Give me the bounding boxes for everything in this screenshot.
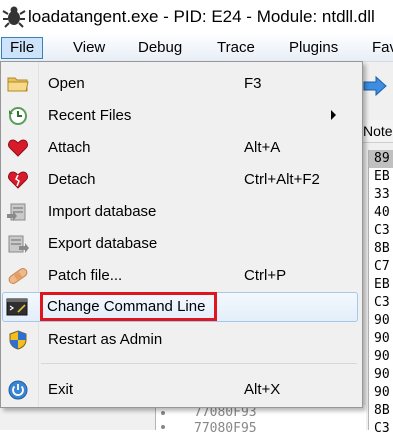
- window-title: loadatangent.exe - PID: E24 - Module: nt…: [28, 7, 375, 26]
- hex-byte[interactable]: 90: [369, 330, 393, 348]
- menu-item-label: Open: [48, 75, 85, 92]
- terminal-icon: [6, 298, 28, 316]
- submenu-arrow-icon: [331, 110, 336, 120]
- menu-item-label: Recent Files: [48, 107, 132, 124]
- menu-item-restart-as-admin[interactable]: Restart as Admin: [3, 325, 359, 355]
- menu-trace[interactable]: Trace: [209, 37, 263, 58]
- annotation-highlight-box: [40, 292, 217, 321]
- broken-heart-icon: [8, 171, 28, 189]
- title-bar: loadatangent.exe - PID: E24 - Module: nt…: [0, 0, 393, 34]
- menu-item-shortcut: Ctrl+Alt+F2: [244, 171, 320, 188]
- bug-icon: [2, 6, 26, 28]
- hex-byte[interactable]: 8B: [369, 402, 393, 420]
- menu-file[interactable]: File: [1, 37, 44, 59]
- hex-byte[interactable]: C3: [369, 222, 393, 240]
- menu-item-label: Export database: [48, 235, 158, 252]
- menu-view[interactable]: View: [65, 37, 113, 58]
- hex-byte[interactable]: EB: [369, 276, 393, 294]
- hex-byte[interactable]: 90: [369, 312, 393, 330]
- import-database-icon: [7, 203, 26, 221]
- menu-item-shortcut: Alt+A: [244, 139, 281, 156]
- menu-item-detach[interactable]: Detach Ctrl+Alt+F2: [3, 165, 359, 195]
- bandage-icon: [8, 268, 28, 284]
- hex-byte[interactable]: 8B: [369, 240, 393, 258]
- recent-files-icon: [9, 107, 27, 125]
- menu-separator: [41, 363, 357, 364]
- hex-byte[interactable]: C3: [369, 420, 393, 438]
- menu-debug[interactable]: Debug: [130, 37, 190, 58]
- menu-item-label: Patch file...: [48, 267, 123, 284]
- menu-item-label: Restart as Admin: [48, 331, 163, 348]
- hex-byte[interactable]: 89: [369, 150, 393, 168]
- arrow-right-icon[interactable]: [362, 74, 388, 98]
- menu-item-patch-file[interactable]: Patch file... Ctrl+P: [3, 261, 359, 291]
- hex-byte[interactable]: 40: [369, 204, 393, 222]
- menu-bar: File View Debug Trace Plugins Fav: [0, 34, 393, 62]
- power-icon: [8, 380, 28, 400]
- export-database-icon: [8, 235, 29, 253]
- hex-byte[interactable]: C7: [369, 258, 393, 276]
- hex-byte[interactable]: EB: [369, 168, 393, 186]
- breakpoint-dot[interactable]: [161, 411, 165, 415]
- menu-item-import-database[interactable]: Import database: [3, 197, 359, 227]
- menu-item-recent-files[interactable]: Recent Files: [3, 101, 359, 131]
- menu-plugins[interactable]: Plugins: [281, 37, 346, 58]
- file-menu-dropdown: Open F3 Recent Files Attach Alt+A Detach…: [0, 61, 363, 408]
- breakpoint-dot[interactable]: [161, 425, 165, 429]
- menu-item-label: Attach: [48, 139, 91, 156]
- shield-icon: [9, 330, 27, 350]
- hex-byte[interactable]: 33: [369, 186, 393, 204]
- address-value[interactable]: 77080F95: [194, 421, 257, 436]
- menu-item-label: Import database: [48, 203, 157, 220]
- menu-item-shortcut: Alt+X: [244, 381, 281, 398]
- menu-item-exit[interactable]: Exit Alt+X: [3, 375, 359, 405]
- hex-byte[interactable]: 90: [369, 348, 393, 366]
- hex-byte[interactable]: C3: [369, 294, 393, 312]
- menu-item-label: Exit: [48, 381, 74, 398]
- menu-item-attach[interactable]: Attach Alt+A: [3, 133, 359, 163]
- hex-bytes-column: 89 EB 33 40 C3 8B C7 EB C3 90 90 90 90 9…: [368, 150, 393, 436]
- folder-icon: [7, 77, 29, 92]
- menu-favourites[interactable]: Fav: [364, 37, 393, 58]
- menu-item-label: Detach: [48, 171, 96, 188]
- menu-item-shortcut: Ctrl+P: [244, 267, 287, 284]
- menu-item-shortcut: F3: [244, 75, 262, 92]
- hex-byte[interactable]: 90: [369, 384, 393, 402]
- menu-item-open[interactable]: Open F3: [3, 69, 359, 99]
- disassembly-addresses: 77080F93 77080F95: [155, 405, 366, 436]
- hex-byte[interactable]: 90: [369, 366, 393, 384]
- notes-column-header[interactable]: Notes: [362, 120, 393, 143]
- menu-item-export-database[interactable]: Export database: [3, 229, 359, 259]
- heart-icon: [8, 139, 28, 157]
